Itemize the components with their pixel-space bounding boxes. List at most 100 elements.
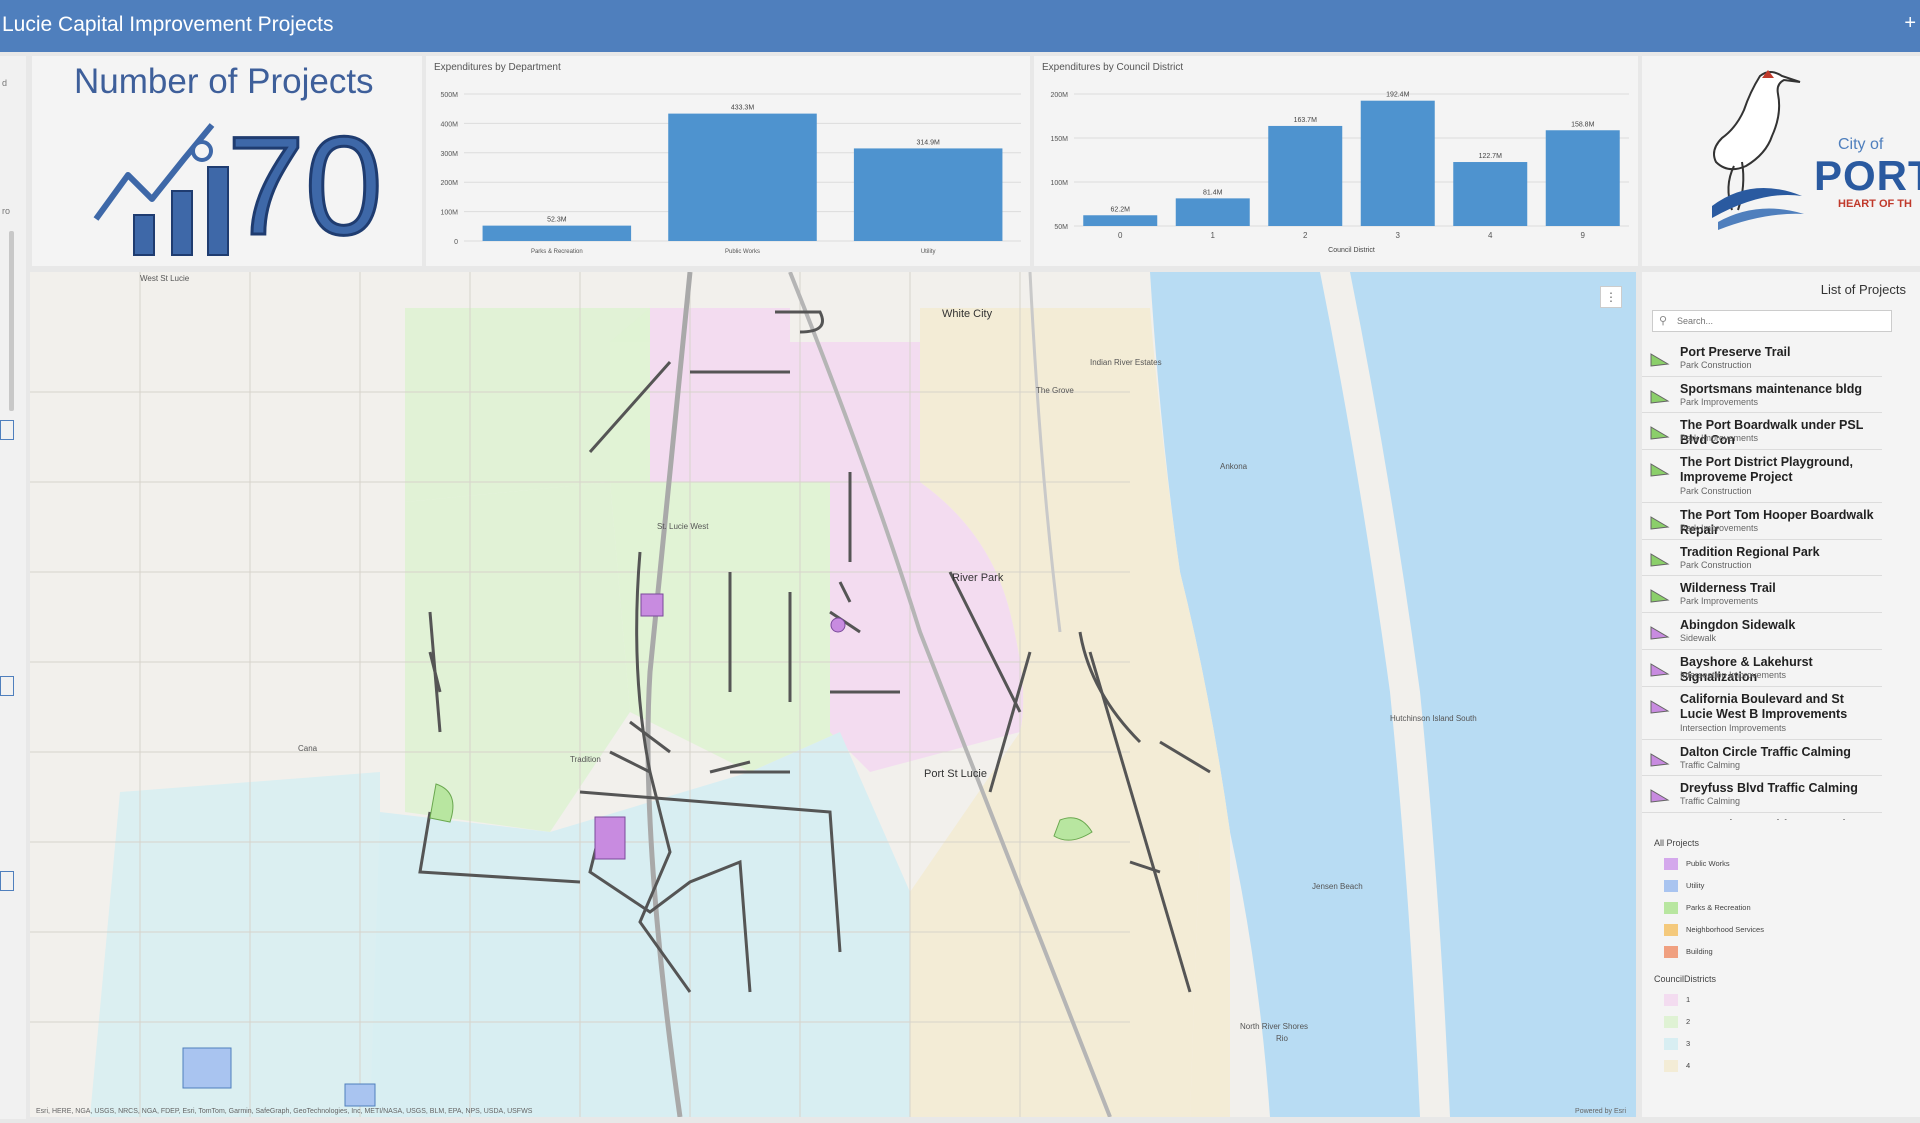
y-tick-label: 300M xyxy=(440,151,458,158)
y-tick-label: 50M xyxy=(1054,224,1068,231)
list-item[interactable]: The Port Tom Hooper Boardwalk Repair Park… xyxy=(1642,503,1882,540)
list-item[interactable]: Dreyfuss Blvd Traffic Calming Traffic Cal… xyxy=(1642,776,1882,813)
expand-icon[interactable]: + xyxy=(1904,12,1916,35)
bar-value-label: 433.3M xyxy=(731,105,755,112)
left-panel-checkbox[interactable] xyxy=(0,420,14,440)
list-item[interactable]: Port Preserve Trail Park Construction xyxy=(1642,340,1882,377)
bar[interactable] xyxy=(1453,162,1528,226)
list-item[interactable]: Tradition Regional Park Park Construction xyxy=(1642,540,1882,577)
list-item[interactable]: Abingdon Sidewalk Sidewalk xyxy=(1642,613,1882,650)
project-map[interactable]: White City River Park Port St Lucie Anko… xyxy=(30,272,1636,1117)
x-tick-label: Parks & Recreation xyxy=(531,249,583,255)
bar-value-label: 122.7M xyxy=(1479,153,1503,160)
legend-label: 1 xyxy=(1686,995,1691,1004)
project-flag-icon xyxy=(1650,426,1670,440)
list-item[interactable]: Sportsmans maintenance bldg Park Improvem… xyxy=(1642,377,1882,414)
y-tick-label: 150M xyxy=(1050,136,1068,143)
y-tick-label: 100M xyxy=(1050,180,1068,187)
left-panel-checkbox[interactable] xyxy=(0,676,14,696)
bar[interactable] xyxy=(482,225,632,241)
list-item[interactable]: East Torino at Midway Road Lane Improv xyxy=(1642,813,1882,820)
search-input[interactable] xyxy=(1677,313,1877,329)
project-flag-icon xyxy=(1650,589,1670,603)
project-category: Sidewalk xyxy=(1680,633,1717,644)
project-category: Park Improvements xyxy=(1680,433,1759,444)
y-tick-label: 200M xyxy=(440,180,458,187)
bar[interactable] xyxy=(1545,130,1620,226)
y-tick-label: 100M xyxy=(440,210,458,217)
map-label: Ankona xyxy=(1220,462,1248,471)
x-tick-label: Utility xyxy=(921,249,936,255)
list-item[interactable]: Wilderness Trail Park Improvements xyxy=(1642,576,1882,614)
project-category: Park Improvements xyxy=(1680,396,1759,407)
project-flag-icon xyxy=(1650,752,1670,767)
logo-text-port: PORT ST xyxy=(1814,152,1920,199)
bar[interactable] xyxy=(1268,125,1343,226)
list-item[interactable]: Dalton Circle Traffic Calming Traffic Cal… xyxy=(1642,740,1882,777)
department-chart-panel: Expenditures by Department 0 100M 200M 300M… xyxy=(426,56,1030,266)
y-tick-label: 500M xyxy=(440,92,458,99)
map-label: River Park xyxy=(952,572,1004,584)
legend-title-districts: CouncilDistricts xyxy=(1654,974,1717,984)
bar-value-label: 158.8M xyxy=(1571,121,1595,128)
bar[interactable] xyxy=(1083,215,1158,226)
legend-label: Neighborhood Services xyxy=(1686,925,1764,934)
list-item[interactable]: The Port District Playground, Improveme … xyxy=(1642,450,1882,504)
map-label: North River Shores xyxy=(1240,1022,1309,1031)
bar-value-label: 81.4M xyxy=(1203,189,1223,196)
project-category: Park Construction xyxy=(1680,360,1752,370)
project-list[interactable]: Port Preserve Trail Park Construction Spor… xyxy=(1642,340,1882,820)
project-name: Dalton Circle Traffic Calming xyxy=(1680,744,1851,759)
map-label: Indian River Estates xyxy=(1090,358,1162,367)
project-flag-icon xyxy=(1650,789,1670,803)
project-flag-icon xyxy=(1650,699,1670,714)
list-item[interactable]: Bayshore & Lakehurst Signalization Inters… xyxy=(1642,650,1882,687)
project-count-title: Number of Projects xyxy=(74,62,374,101)
y-tick-label: 200M xyxy=(1050,92,1068,99)
project-category: Intersection Improvements xyxy=(1680,722,1787,733)
bar[interactable] xyxy=(853,148,1003,241)
esri-credit: Powered by Esri xyxy=(1575,1108,1626,1115)
x-tick-label: 9 xyxy=(1581,231,1586,240)
map-menu-button[interactable]: ⋮ xyxy=(1600,286,1622,308)
legend-swatch xyxy=(1664,994,1678,1006)
legend-swatch xyxy=(1664,1038,1678,1050)
map-label: Port St Lucie xyxy=(924,768,987,780)
legend-swatch xyxy=(1664,946,1678,958)
left-panel-checkbox[interactable] xyxy=(0,871,14,891)
x-tick-label: 3 xyxy=(1396,231,1401,240)
bar[interactable] xyxy=(1175,198,1250,226)
bar[interactable] xyxy=(668,113,817,241)
project-category: Intersection Improvements xyxy=(1680,669,1787,680)
legend-swatch xyxy=(1664,880,1678,892)
y-tick-label: 400M xyxy=(440,121,458,128)
project-name: Sportsmans maintenance bldg xyxy=(1680,381,1862,396)
bar-value-label: 314.9M xyxy=(916,139,940,146)
header-bar: Lucie Capital Improvement Projects + xyxy=(0,0,1920,52)
legend-swatch xyxy=(1664,902,1678,914)
legend-label: Utility xyxy=(1686,881,1705,890)
project-list-title: List of Projects xyxy=(1820,282,1906,297)
bar[interactable] xyxy=(1360,100,1435,226)
legend-label: 2 xyxy=(1686,1017,1691,1026)
bar-value-label: 62.2M xyxy=(1111,206,1131,213)
project-search[interactable]: ⚲ xyxy=(1652,310,1892,332)
trend-chart-icon xyxy=(93,123,229,256)
map-canvas[interactable] xyxy=(30,272,1636,1117)
list-item[interactable]: The Port Boardwalk under PSL Blvd Con Par… xyxy=(1642,413,1882,451)
project-name: Tradition Regional Park xyxy=(1680,544,1820,559)
search-icon: ⚲ xyxy=(1659,315,1668,327)
legend-label: Public Works xyxy=(1686,859,1730,868)
map-label: Hutchinson Island South xyxy=(1390,714,1477,723)
left-panel-scrollbar[interactable] xyxy=(9,231,14,411)
list-item[interactable]: California Boulevard and St Lucie West B… xyxy=(1642,687,1882,740)
logo-text-tagline: HEART OF TH xyxy=(1838,198,1912,210)
project-count-value: 70 xyxy=(226,107,385,264)
map-label: Tradition xyxy=(570,755,601,764)
map-attribution: Esri, HERE, NGA, USGS, NRCS, NGA, FDEP, … xyxy=(36,1108,533,1115)
map-label: Jensen Beach xyxy=(1312,882,1363,891)
left-panel-text: ro xyxy=(2,206,11,216)
project-flag-icon xyxy=(1650,552,1670,567)
map-label: St. Lucie West xyxy=(657,522,709,531)
x-axis-label: Council District xyxy=(1328,247,1375,254)
